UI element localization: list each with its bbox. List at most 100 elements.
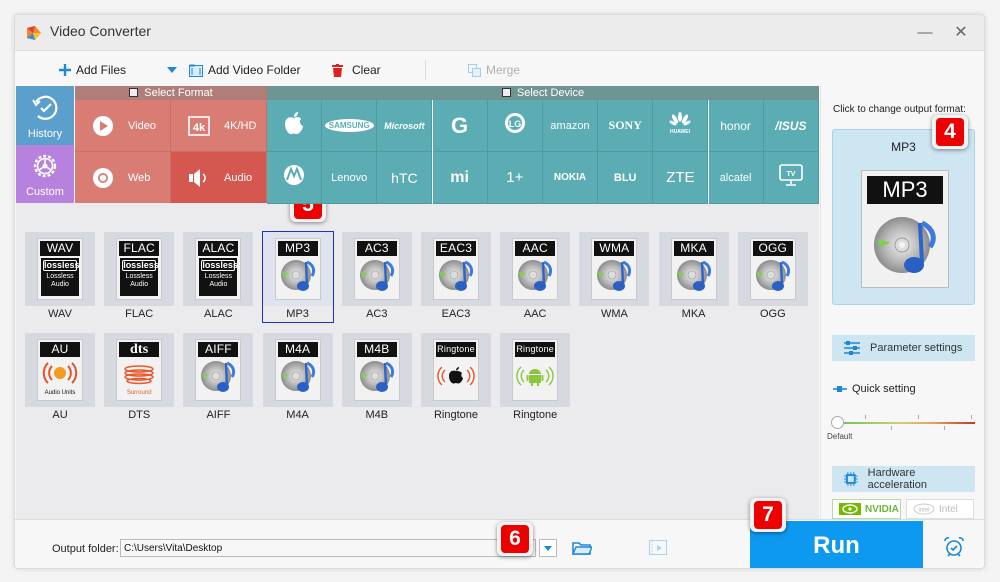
format-tile-web[interactable]: Web <box>75 152 171 204</box>
format-item-m4a[interactable]: M4A M4A <box>262 333 333 423</box>
hardware-acceleration-button[interactable]: Hardware acceleration <box>832 466 975 492</box>
music-disc-icon <box>358 356 396 401</box>
parameter-settings-button[interactable]: Parameter settings <box>832 335 975 361</box>
format-item-flac[interactable]: FLAC lossless Lossless Audio FLAC <box>104 232 175 322</box>
slider-tick <box>891 426 892 430</box>
add-video-folder-button[interactable]: Add Video Folder <box>189 60 301 80</box>
video-folder-icon[interactable] <box>649 540 667 555</box>
minimize-button[interactable]: — <box>912 21 938 45</box>
slider-tick <box>865 415 866 419</box>
format-artwork: lossless Lossless Audio <box>198 257 238 297</box>
format-item-eac3[interactable]: EAC3 EAC3 <box>421 232 491 322</box>
device-tile-motorola[interactable] <box>267 152 322 204</box>
format-tile-audio[interactable]: Audio <box>171 152 267 204</box>
device-tile-alcatel[interactable]: alcatel <box>708 152 764 204</box>
quality-slider[interactable]: Default <box>827 412 975 442</box>
format-item-dts[interactable]: dts Surround DTS <box>104 333 175 423</box>
device-tile-tv[interactable]: TV <box>763 152 819 204</box>
format-icon: MKA <box>670 238 717 300</box>
title-bar: Video Converter — ✕ <box>15 15 984 51</box>
format-item-aac[interactable]: AAC AAC <box>500 232 571 322</box>
format-thumbnail: EAC3 <box>421 232 491 306</box>
quality-slider-knob[interactable] <box>831 416 844 429</box>
format-grid: WAV lossless Lossless Audio WAV FLAC lossless L… <box>16 203 819 519</box>
svg-text:TV: TV <box>786 171 795 178</box>
format-item-wma[interactable]: WMA WMA <box>579 232 650 322</box>
format-thumbnail: AU Audio Units <box>25 333 95 407</box>
nvidia-toggle[interactable]: NVIDIA <box>832 499 901 519</box>
format-tile-4k-hd[interactable]: 4k 4K/HD <box>171 100 267 152</box>
intel-toggle[interactable]: intel Intel <box>906 499 974 519</box>
device-tile-samsung[interactable]: SAMSUNG <box>322 100 378 152</box>
device-logo-google: G <box>451 112 469 138</box>
device-header-icon <box>501 88 511 97</box>
add-files-dropdown[interactable] <box>167 60 177 80</box>
close-button[interactable]: ✕ <box>948 21 974 45</box>
quality-slider-track[interactable] <box>839 422 975 424</box>
slider-tick <box>944 426 945 430</box>
format-item-m4b[interactable]: M4B M4B <box>341 333 412 423</box>
open-folder-icon[interactable] <box>572 541 592 555</box>
format-thumbnail: Ringtone <box>500 333 571 407</box>
custom-button[interactable]: Custom <box>16 145 74 203</box>
history-button[interactable]: History <box>16 86 74 145</box>
format-item-mka[interactable]: MKA MKA <box>658 232 729 322</box>
format-thumbnail: Ringtone <box>421 333 491 407</box>
play-icon <box>92 115 114 137</box>
output-folder-dropdown[interactable] <box>539 539 557 557</box>
format-item-wav[interactable]: WAV lossless Lossless Audio WAV <box>25 232 95 322</box>
intel-icon: intel <box>913 503 935 515</box>
nvidia-label: NVIDIA <box>865 503 899 515</box>
step-badge-4: 4 <box>932 115 968 149</box>
device-tile-amazon[interactable]: amazon <box>543 100 598 152</box>
output-format-selector[interactable]: MP3 MP3 <box>832 129 975 305</box>
device-tile-lenovo[interactable]: Lenovo <box>322 152 378 204</box>
device-tile-sony[interactable]: SONY <box>598 100 654 152</box>
format-header-icon <box>129 88 139 97</box>
device-tile-huawei[interactable]: HUAWEI <box>653 100 709 152</box>
format-item-ringtone-iphone[interactable]: Ringtone Ringtone <box>421 333 491 423</box>
music-disc-icon <box>437 255 475 300</box>
device-tile-zte[interactable]: ZTE <box>653 152 709 204</box>
format-tile-video[interactable]: Video <box>75 100 171 152</box>
clear-button[interactable]: Clear <box>332 60 381 80</box>
chip-icon <box>844 472 858 486</box>
format-artwork <box>436 257 476 297</box>
add-files-button[interactable]: Add Files <box>59 60 126 80</box>
device-tile-lg[interactable]: LG <box>487 100 543 152</box>
device-tile-blu[interactable]: BLU <box>598 152 654 204</box>
add-files-label: Add Files <box>76 63 127 77</box>
device-logo-motorola <box>283 164 305 191</box>
hardware-acceleration-label: Hardware acceleration <box>867 467 927 491</box>
format-icon: AC3 <box>353 238 400 300</box>
format-item-ac3[interactable]: AC3 AC3 <box>341 232 412 322</box>
format-item-label: WMA <box>600 308 628 320</box>
format-item-ogg[interactable]: OGG OGG <box>737 232 808 322</box>
format-band-label: FLAC <box>119 241 160 256</box>
device-tile-honor[interactable]: honor <box>708 100 764 152</box>
format-item-label: Ringtone <box>513 409 558 421</box>
device-tile-google[interactable]: G <box>432 100 488 152</box>
merge-button[interactable]: Merge <box>468 60 520 80</box>
format-item-mp3[interactable]: MP3 MP3 <box>261 231 334 323</box>
format-item-ringtone-android[interactable]: Ringtone Ringtone <box>500 333 571 423</box>
device-tile-asus[interactable]: /ISUS <box>763 100 819 152</box>
clear-label: Clear <box>352 63 381 77</box>
format-item-au[interactable]: AU Audio Units AU <box>25 333 95 423</box>
music-disc-icon <box>754 255 792 300</box>
format-band-label: ALAC <box>198 241 239 256</box>
device-tile-mi[interactable]: mi <box>432 152 488 204</box>
device-tile-oneplus[interactable]: 1+ <box>487 152 543 204</box>
device-tile-htc[interactable]: hTC <box>377 152 433 204</box>
format-artwork: lossless Lossless Audio <box>119 257 159 297</box>
alarm-clock-icon[interactable] <box>944 537 964 557</box>
device-tile-nokia[interactable]: NOKIA <box>543 152 598 204</box>
device-tile-microsoft[interactable]: Microsoft <box>377 100 433 152</box>
format-item-aiff[interactable]: AIFF AIFF <box>183 333 254 423</box>
music-disc-icon <box>279 356 317 401</box>
format-item-alac[interactable]: ALAC lossless Lossless Audio ALAC <box>183 232 254 322</box>
output-folder-input[interactable] <box>120 539 536 557</box>
device-tile-apple[interactable] <box>267 100 322 152</box>
format-item-label: EAC3 <box>441 308 471 320</box>
sliders-icon <box>844 341 860 355</box>
